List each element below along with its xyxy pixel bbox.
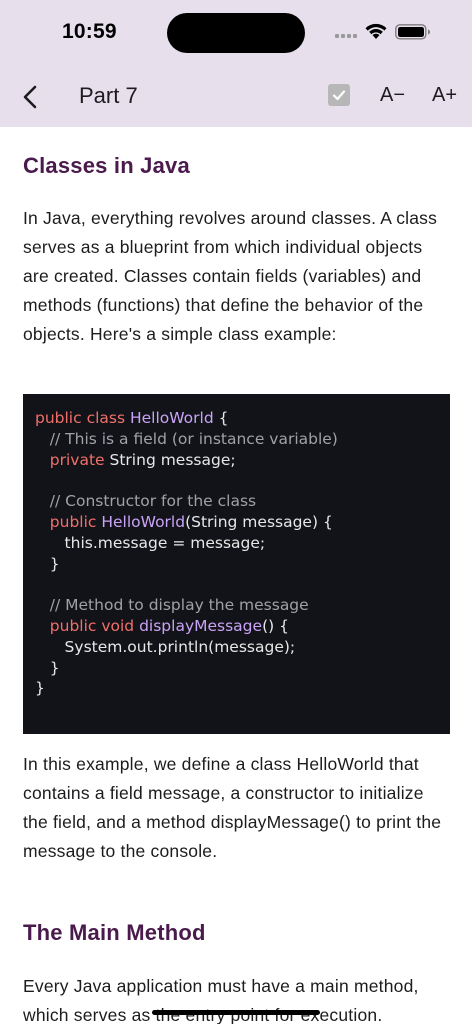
chevron-left-icon: [23, 85, 37, 109]
code-comment: // Constructor for the class: [35, 492, 257, 511]
code-keyword: public class: [35, 409, 130, 427]
code-type: HelloWorld: [129, 409, 214, 427]
code-keyword: public void: [35, 616, 140, 635]
back-button[interactable]: [14, 80, 48, 114]
code-keyword: private: [35, 450, 105, 469]
code-text-span: }: [35, 658, 60, 677]
code-text-span: () {: [262, 616, 289, 635]
home-indicator[interactable]: [152, 1010, 320, 1015]
mark-complete-checkbox[interactable]: [328, 84, 352, 108]
code-text-span: System.out.println(message);: [35, 637, 296, 656]
code-text-span: {: [213, 409, 229, 427]
status-time: 10:59: [62, 20, 117, 43]
font-increase-button[interactable]: A+: [432, 84, 457, 107]
code-text-span: (String message) {: [185, 512, 333, 531]
code-block: public class HelloWorld { // This is a f…: [23, 394, 450, 734]
code-comment: // This is a field (or instance variable…: [35, 429, 338, 448]
section-heading-main-method: The Main Method: [23, 920, 206, 945]
dynamic-island: [167, 13, 305, 53]
section-heading-classes: Classes in Java: [23, 153, 190, 178]
wifi-icon: [364, 22, 388, 40]
intro-paragraph: In Java, everything revolves around clas…: [23, 208, 438, 344]
code-text-span: String message;: [104, 450, 236, 469]
code-text-span: }: [35, 679, 45, 698]
code-text: public class HelloWorld { // This is a f…: [35, 408, 338, 699]
font-decrease-button[interactable]: A−: [380, 84, 405, 107]
battery-icon: [395, 24, 431, 40]
app-bar: Part 7 A− A+: [0, 64, 472, 127]
main-method-paragraph: Every Java application must have a main …: [23, 976, 419, 1024]
status-bar: 10:59: [0, 0, 472, 64]
code-keyword: public: [35, 512, 102, 531]
code-type: HelloWorld: [101, 512, 186, 531]
code-text-span: }: [35, 554, 60, 573]
code-comment: // Method to display the message: [35, 596, 309, 615]
code-text-span: this.message = message;: [35, 533, 266, 552]
article-content[interactable]: Classes in Java In Java, everything revo…: [0, 127, 472, 1024]
page-title: Part 7: [79, 83, 138, 108]
code-type: displayMessage: [139, 616, 263, 635]
checkbox-icon: [328, 84, 350, 106]
explanation-paragraph: In this example, we define a class Hello…: [23, 754, 442, 861]
cellular-signal-icon: [335, 30, 359, 38]
